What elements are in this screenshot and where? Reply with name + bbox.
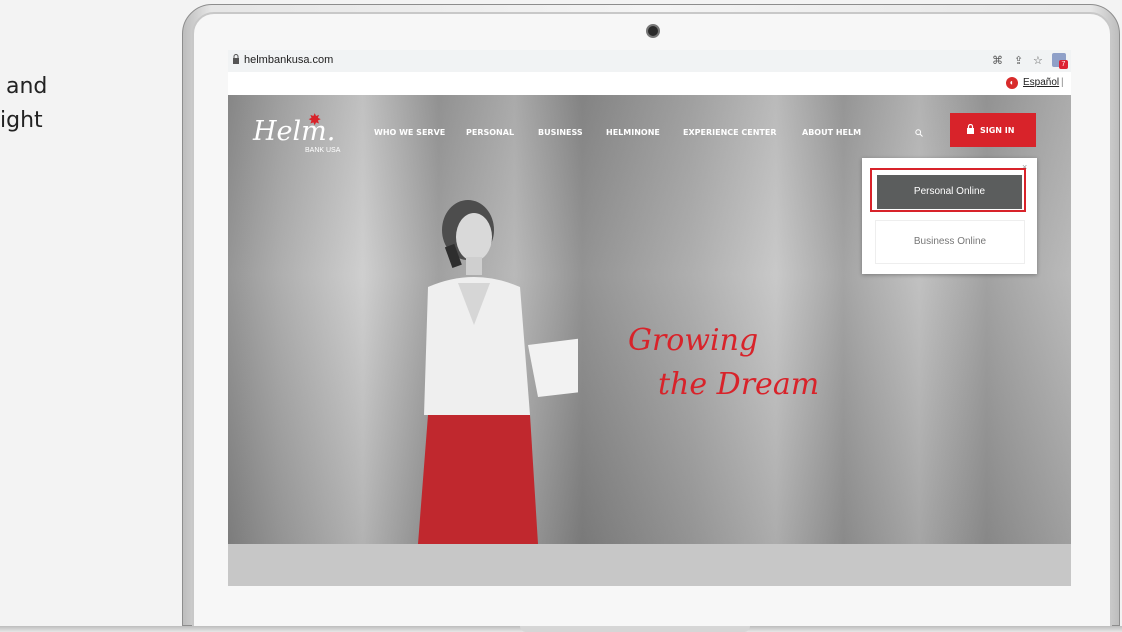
nav-helminone[interactable]: HELMINONE: [606, 128, 660, 137]
camera-icon: [646, 24, 660, 38]
side-caption-line2: ight: [0, 108, 43, 133]
hero-tagline: Growing the Dream: [628, 323, 848, 433]
share-icon[interactable]: ⇪: [1014, 54, 1023, 67]
side-caption: and ight: [0, 70, 100, 138]
nav-experience-center[interactable]: EXPERIENCE CENTER: [683, 128, 777, 137]
spanish-link[interactable]: Español: [1023, 77, 1059, 88]
address-bar[interactable]: helmbankusa.com ⌘ ⇪ ☆ 7: [228, 50, 1071, 73]
search-icon[interactable]: [915, 129, 923, 137]
sign-in-dropdown: × Personal Online Business Online: [862, 158, 1037, 274]
globe-icon: ◐: [1006, 77, 1018, 89]
lock-icon: [967, 124, 974, 134]
extension-badge: 7: [1059, 60, 1068, 69]
laptop-frame: helmbankusa.com ⌘ ⇪ ☆ 7 ◐ Español | Helm…: [182, 0, 1122, 632]
star-icon[interactable]: ☆: [1033, 54, 1043, 67]
sign-in-label: SIGN IN: [980, 126, 1015, 135]
nav-personal[interactable]: PERSONAL: [466, 128, 514, 137]
side-caption-line1: and: [6, 74, 48, 99]
laptop-base-notch: [520, 626, 750, 632]
helm-logo[interactable]: Helm. ✸ BANK USA: [253, 112, 340, 154]
translate-icon[interactable]: ⌘: [992, 54, 1003, 67]
browser-screen: helmbankusa.com ⌘ ⇪ ☆ 7 ◐ Español | Helm…: [228, 50, 1071, 586]
lock-icon: [233, 54, 239, 64]
url-text[interactable]: helmbankusa.com: [244, 54, 333, 66]
hero-photo: [418, 200, 578, 544]
logo-subtitle: BANK USA: [305, 147, 341, 154]
nav-business[interactable]: BUSINESS: [538, 128, 583, 137]
maple-leaf-icon: ✸: [308, 112, 322, 129]
footer-band: [228, 544, 1071, 586]
language-bar: [228, 72, 1071, 95]
nav-about-helm[interactable]: ABOUT HELM: [802, 128, 861, 137]
nav-who-we-serve[interactable]: WHO WE SERVE: [374, 128, 445, 137]
sign-in-button[interactable]: SIGN IN: [950, 113, 1036, 147]
tagline-line1: Growing: [628, 323, 759, 358]
logo-wordmark: Helm.: [253, 116, 336, 147]
highlight-box: [870, 168, 1026, 212]
tagline-line2: the Dream: [658, 367, 820, 402]
business-online-button[interactable]: Business Online: [875, 220, 1025, 264]
lang-separator: |: [1061, 77, 1064, 88]
